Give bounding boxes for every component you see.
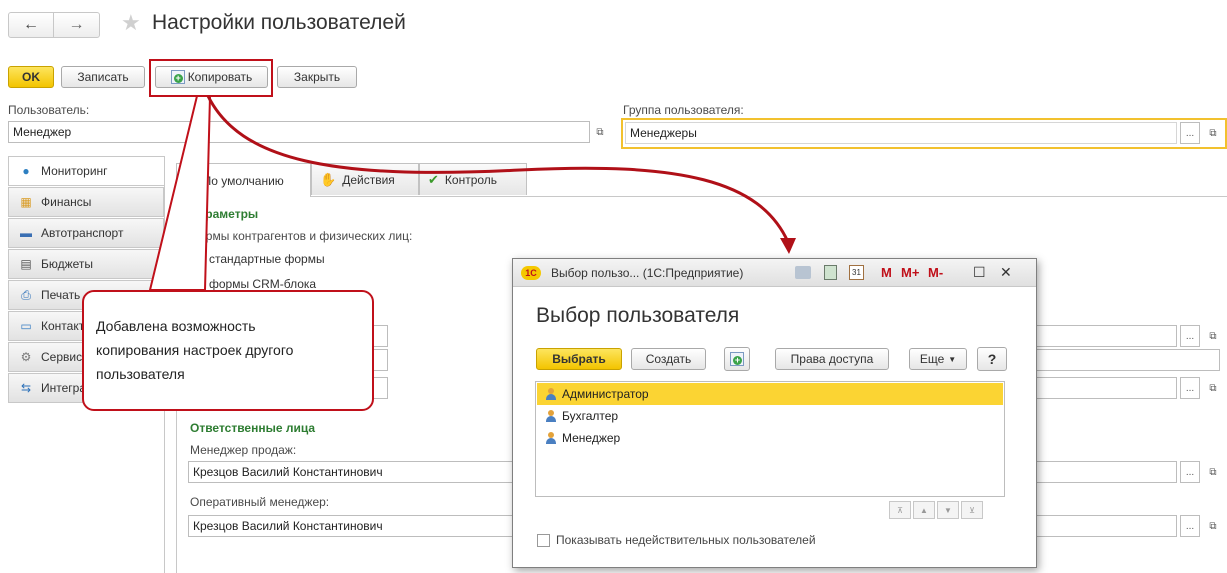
user-icon	[545, 432, 557, 444]
memory-m-button[interactable]: M	[881, 265, 892, 280]
move-first-button[interactable]: ⊼	[889, 501, 911, 519]
copy-plus-icon: +	[730, 352, 744, 366]
create-button[interactable]: Создать	[631, 348, 706, 370]
arrow-head	[780, 238, 796, 254]
show-inactive-checkbox[interactable]: Показывать недействительных пользователе…	[537, 533, 816, 547]
more-button[interactable]: Еще ▼	[909, 348, 967, 370]
select-button[interactable]: Выбрать	[536, 348, 622, 370]
callout-pointer	[148, 95, 212, 291]
checkbox-icon	[537, 533, 550, 547]
chevron-down-icon: ▼	[948, 354, 957, 364]
memory-plus-button[interactable]: M+	[901, 265, 919, 280]
calendar-icon[interactable]: 31	[849, 265, 864, 280]
dialog-heading: Выбор пользователя	[536, 304, 740, 327]
app-logo-icon: 1С	[521, 265, 541, 280]
calculator-icon[interactable]	[824, 265, 837, 280]
maximize-icon[interactable]: ☐	[973, 264, 986, 281]
callout-box: Добавлена возможность копирования настро…	[82, 290, 374, 411]
help-button[interactable]: ?	[977, 347, 1007, 371]
dialog-window-title: Выбор пользо... (1С:Предприятие)	[551, 265, 744, 280]
access-rights-button[interactable]: Права доступа	[775, 348, 889, 370]
print-icon[interactable]	[795, 266, 811, 279]
copy-to-dialog-arrow	[206, 95, 790, 243]
list-item[interactable]: Бухгалтер	[537, 405, 1003, 427]
user-select-dialog: 1С Выбор пользо... (1С:Предприятие) 31 M…	[512, 258, 1037, 568]
copy-user-button[interactable]: +	[724, 347, 750, 371]
memory-minus-button[interactable]: M-	[928, 265, 943, 280]
list-item[interactable]: Администратор	[537, 383, 1003, 405]
user-icon	[545, 410, 557, 422]
users-list: Администратор Бухгалтер Менеджер	[535, 381, 1005, 497]
close-icon[interactable]: ✕	[1000, 264, 1012, 281]
move-down-button[interactable]: ▼	[937, 501, 959, 519]
dialog-titlebar: 1С Выбор пользо... (1С:Предприятие) 31 M…	[513, 259, 1036, 287]
move-up-button[interactable]: ▲	[913, 501, 935, 519]
move-last-button[interactable]: ⊻	[961, 501, 983, 519]
list-item[interactable]: Менеджер	[537, 427, 1003, 449]
callout-text: Добавлена возможность копирования настро…	[96, 318, 294, 382]
user-icon	[545, 388, 557, 400]
